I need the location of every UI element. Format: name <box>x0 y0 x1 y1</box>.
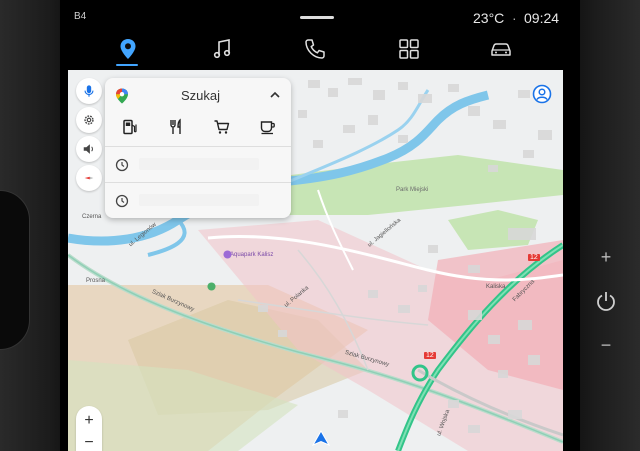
nav-tab-phone[interactable] <box>300 34 330 64</box>
map-park-area <box>268 155 563 215</box>
history-clock-icon <box>115 158 129 172</box>
compass-button[interactable] <box>76 165 102 191</box>
account-profile-icon[interactable] <box>532 84 552 104</box>
recent-search-text <box>139 158 259 170</box>
google-maps-logo-icon <box>116 88 128 104</box>
navigation-pin-icon <box>120 39 136 59</box>
compass-icon <box>84 176 94 180</box>
recent-search-item[interactable] <box>105 146 291 182</box>
speaker-icon <box>83 144 94 154</box>
zoom-out-button[interactable]: − <box>76 434 102 451</box>
map-label-road-czerna: Czerna <box>82 214 102 220</box>
nav-tab-apps[interactable] <box>394 34 424 64</box>
outside-temperature: 23°C <box>473 10 505 26</box>
category-row <box>105 114 291 142</box>
recent-search-text <box>139 194 259 206</box>
map-label-prosna: Prosna <box>86 278 106 284</box>
voice-search-button[interactable] <box>76 78 102 104</box>
pull-down-handle[interactable] <box>300 16 334 19</box>
nav-active-indicator <box>116 64 138 66</box>
top-navigation <box>68 30 563 68</box>
search-header[interactable]: Szukaj <box>105 78 291 112</box>
poi-park-icon[interactable] <box>207 282 216 291</box>
zoom-in-button[interactable]: + <box>76 412 102 430</box>
coffee-icon <box>260 121 275 135</box>
apps-grid-icon <box>399 39 419 59</box>
search-panel: Szukaj <box>105 78 291 218</box>
category-coffee-button[interactable] <box>259 118 279 138</box>
microphone-icon <box>84 85 94 97</box>
map-label-park: Park Miejski <box>396 187 429 193</box>
bezel-left-knob <box>0 190 30 350</box>
status-separator: · <box>512 10 517 26</box>
gas-station-icon <box>123 119 137 135</box>
history-clock-icon <box>115 194 129 208</box>
chevron-up-icon[interactable] <box>267 87 283 103</box>
car-icon <box>491 43 511 56</box>
status-profile-label: B4 <box>74 11 87 22</box>
volume-up-button[interactable]: + <box>596 247 616 267</box>
zoom-controls: + − <box>76 406 102 451</box>
map-view[interactable]: Aquapark Kalisz Park Miejski Szlak Burzy… <box>68 70 563 451</box>
shopping-cart-icon <box>214 120 230 134</box>
category-gas-button[interactable] <box>121 118 141 138</box>
restaurant-icon <box>170 118 181 134</box>
music-note-icon <box>213 39 231 59</box>
road-shield-12: 12 <box>528 254 540 261</box>
map-settings-button[interactable] <box>76 107 102 133</box>
phone-icon <box>305 39 325 59</box>
map-label-aquapark: Aquapark Kalisz <box>230 252 274 258</box>
clock-time: 09:24 <box>524 10 560 26</box>
search-label: Szukaj <box>181 88 221 103</box>
nav-tab-music[interactable] <box>207 34 237 64</box>
road-shield-12-b: 12 <box>424 352 436 359</box>
current-location-arrow-icon <box>312 430 330 446</box>
category-restaurant-button[interactable] <box>167 118 187 138</box>
category-shopping-button[interactable] <box>213 118 233 138</box>
poi-pin-icon[interactable] <box>223 250 232 259</box>
status-bar: B4 23°C · 09:24 <box>60 6 570 30</box>
recent-search-item[interactable] <box>105 182 291 218</box>
nav-tab-navigation[interactable] <box>113 34 143 64</box>
power-icon[interactable] <box>595 290 617 312</box>
map-label-road-kaliska: Kaliska <box>486 284 506 290</box>
voice-guidance-button[interactable] <box>76 136 102 162</box>
volume-down-button[interactable]: − <box>596 335 616 355</box>
nav-tab-vehicle[interactable] <box>486 34 516 64</box>
gear-icon <box>84 115 94 125</box>
